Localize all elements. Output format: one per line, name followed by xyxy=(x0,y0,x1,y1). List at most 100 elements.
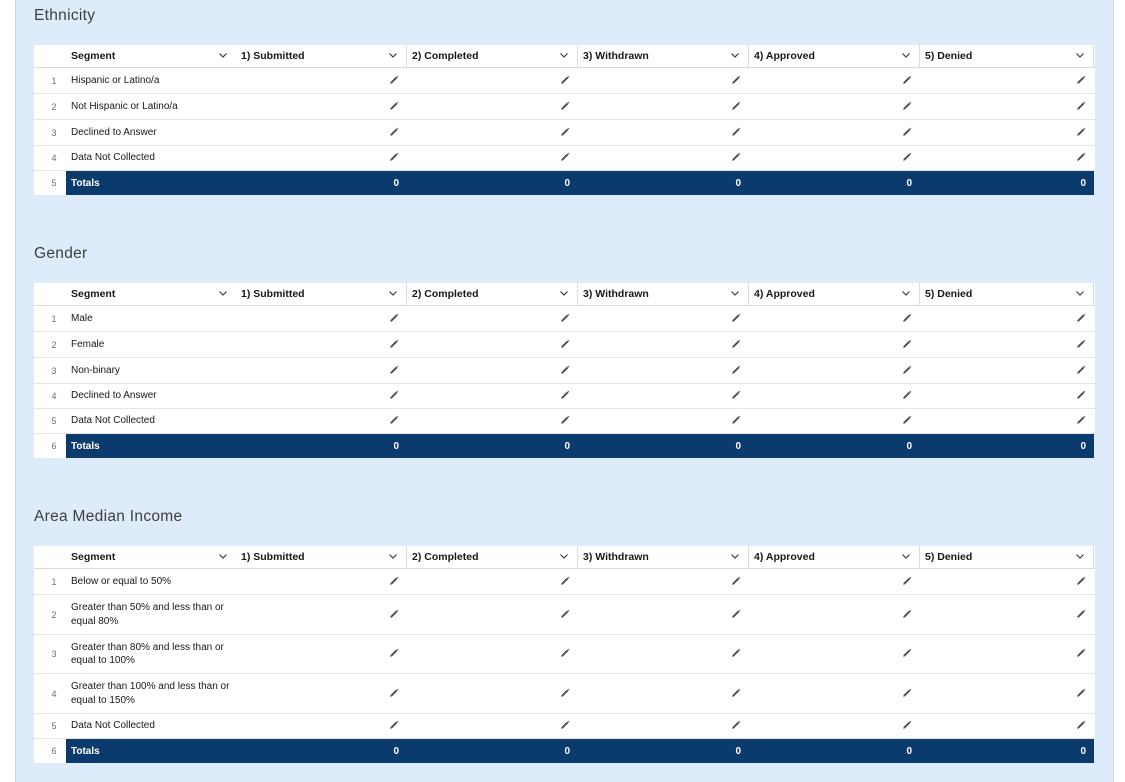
pencil-icon[interactable] xyxy=(731,98,741,116)
pencil-icon[interactable] xyxy=(731,336,741,354)
pencil-icon[interactable] xyxy=(731,149,741,167)
pencil-icon[interactable] xyxy=(560,717,570,735)
value-cell[interactable] xyxy=(920,120,1094,145)
value-cell[interactable] xyxy=(236,384,407,408)
value-cell[interactable] xyxy=(578,635,749,673)
value-cell[interactable] xyxy=(578,674,749,713)
value-cell[interactable] xyxy=(749,595,920,634)
pencil-icon[interactable] xyxy=(902,310,912,328)
pencil-icon[interactable] xyxy=(560,685,570,703)
pencil-icon[interactable] xyxy=(731,645,741,663)
pencil-icon[interactable] xyxy=(1076,573,1086,591)
value-cell[interactable] xyxy=(578,120,749,145)
pencil-icon[interactable] xyxy=(1076,412,1086,430)
value-cell[interactable] xyxy=(407,384,578,408)
pencil-icon[interactable] xyxy=(560,124,570,142)
value-cell[interactable] xyxy=(920,68,1094,93)
column-header[interactable]: 1) Submitted xyxy=(236,45,407,67)
pencil-icon[interactable] xyxy=(902,72,912,90)
pencil-icon[interactable] xyxy=(1076,310,1086,328)
value-cell[interactable] xyxy=(407,68,578,93)
value-cell[interactable] xyxy=(236,569,407,594)
pencil-icon[interactable] xyxy=(1076,98,1086,116)
value-cell[interactable] xyxy=(578,358,749,383)
pencil-icon[interactable] xyxy=(389,149,399,167)
value-cell[interactable] xyxy=(407,674,578,713)
value-cell[interactable] xyxy=(407,358,578,383)
value-cell[interactable] xyxy=(236,409,407,433)
pencil-icon[interactable] xyxy=(560,645,570,663)
column-header[interactable]: 4) Approved xyxy=(749,283,920,305)
value-cell[interactable] xyxy=(920,94,1094,119)
column-header[interactable]: 4) Approved xyxy=(749,45,920,67)
value-cell[interactable] xyxy=(749,146,920,170)
column-header[interactable]: 5) Denied xyxy=(920,546,1094,568)
column-header[interactable]: 5) Denied xyxy=(920,283,1094,305)
value-cell[interactable] xyxy=(407,332,578,357)
value-cell[interactable] xyxy=(236,332,407,357)
value-cell[interactable] xyxy=(578,146,749,170)
value-cell[interactable] xyxy=(920,306,1094,331)
column-header[interactable]: 5) Denied xyxy=(920,45,1094,67)
column-header[interactable]: 3) Withdrawn xyxy=(578,283,749,305)
value-cell[interactable] xyxy=(749,384,920,408)
value-cell[interactable] xyxy=(407,635,578,673)
pencil-icon[interactable] xyxy=(1076,645,1086,663)
value-cell[interactable] xyxy=(749,332,920,357)
pencil-icon[interactable] xyxy=(731,606,741,624)
pencil-icon[interactable] xyxy=(560,362,570,380)
value-cell[interactable] xyxy=(749,358,920,383)
value-cell[interactable] xyxy=(578,306,749,331)
pencil-icon[interactable] xyxy=(731,412,741,430)
value-cell[interactable] xyxy=(749,306,920,331)
value-cell[interactable] xyxy=(407,94,578,119)
pencil-icon[interactable] xyxy=(389,412,399,430)
pencil-icon[interactable] xyxy=(560,336,570,354)
column-header[interactable]: Segment xyxy=(66,283,236,305)
column-header[interactable]: 2) Completed xyxy=(407,546,578,568)
column-header[interactable]: 1) Submitted xyxy=(236,546,407,568)
pencil-icon[interactable] xyxy=(560,72,570,90)
value-cell[interactable] xyxy=(920,384,1094,408)
pencil-icon[interactable] xyxy=(389,573,399,591)
value-cell[interactable] xyxy=(236,94,407,119)
column-header[interactable]: 2) Completed xyxy=(407,283,578,305)
value-cell[interactable] xyxy=(407,595,578,634)
value-cell[interactable] xyxy=(407,146,578,170)
pencil-icon[interactable] xyxy=(902,98,912,116)
value-cell[interactable] xyxy=(578,595,749,634)
column-header[interactable]: Segment xyxy=(66,546,236,568)
value-cell[interactable] xyxy=(749,714,920,738)
value-cell[interactable] xyxy=(920,409,1094,433)
value-cell[interactable] xyxy=(236,635,407,673)
column-header[interactable]: 2) Completed xyxy=(407,45,578,67)
pencil-icon[interactable] xyxy=(1076,362,1086,380)
pencil-icon[interactable] xyxy=(902,685,912,703)
pencil-icon[interactable] xyxy=(731,387,741,405)
pencil-icon[interactable] xyxy=(902,645,912,663)
pencil-icon[interactable] xyxy=(389,336,399,354)
value-cell[interactable] xyxy=(236,358,407,383)
value-cell[interactable] xyxy=(749,120,920,145)
pencil-icon[interactable] xyxy=(389,387,399,405)
value-cell[interactable] xyxy=(749,635,920,673)
value-cell[interactable] xyxy=(920,714,1094,738)
pencil-icon[interactable] xyxy=(1076,387,1086,405)
pencil-icon[interactable] xyxy=(389,685,399,703)
pencil-icon[interactable] xyxy=(731,685,741,703)
value-cell[interactable] xyxy=(236,120,407,145)
value-cell[interactable] xyxy=(920,674,1094,713)
value-cell[interactable] xyxy=(407,714,578,738)
pencil-icon[interactable] xyxy=(560,412,570,430)
pencil-icon[interactable] xyxy=(902,362,912,380)
pencil-icon[interactable] xyxy=(560,310,570,328)
column-header[interactable]: Segment xyxy=(66,45,236,67)
pencil-icon[interactable] xyxy=(902,387,912,405)
pencil-icon[interactable] xyxy=(389,606,399,624)
pencil-icon[interactable] xyxy=(389,124,399,142)
value-cell[interactable] xyxy=(236,595,407,634)
pencil-icon[interactable] xyxy=(902,149,912,167)
value-cell[interactable] xyxy=(749,94,920,119)
pencil-icon[interactable] xyxy=(902,336,912,354)
pencil-icon[interactable] xyxy=(560,606,570,624)
